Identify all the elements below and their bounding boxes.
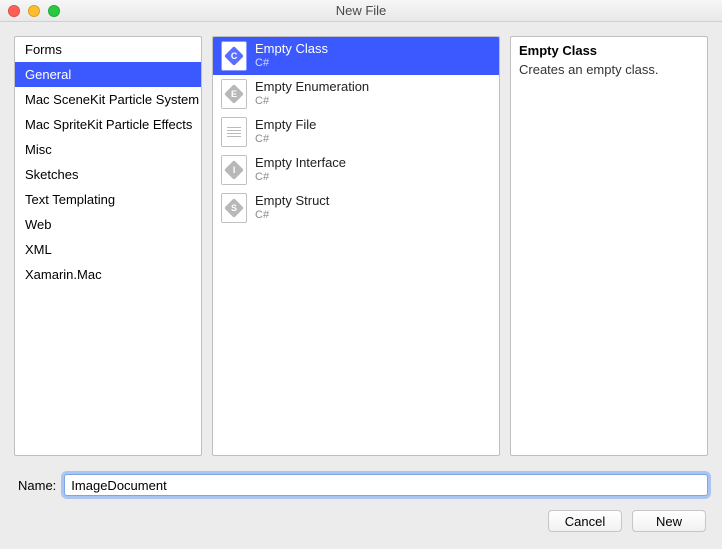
category-item[interactable]: Text Templating — [15, 187, 201, 212]
category-item[interactable]: Sketches — [15, 162, 201, 187]
template-file-icon — [221, 117, 247, 147]
template-text: Empty EnumerationC# — [255, 80, 369, 108]
template-file-icon: E — [221, 79, 247, 109]
panels-row: FormsGeneralMac SceneKit Particle System… — [14, 36, 708, 456]
titlebar: New File — [0, 0, 722, 22]
minimize-window-button[interactable] — [28, 5, 40, 17]
category-panel: FormsGeneralMac SceneKit Particle System… — [14, 36, 202, 456]
details-description: Creates an empty class. — [519, 62, 699, 77]
category-item[interactable]: Mac SceneKit Particle System — [15, 87, 201, 112]
template-item[interactable]: I Empty InterfaceC# — [213, 151, 499, 189]
name-row: Name: — [14, 474, 708, 496]
template-list: CEmpty ClassC#EEmpty EnumerationC#Empty … — [213, 37, 499, 227]
template-file-icon: C — [221, 41, 247, 71]
template-text: Empty FileC# — [255, 118, 316, 146]
category-item[interactable]: XML — [15, 237, 201, 262]
template-item[interactable]: C Empty ClassC# — [213, 37, 499, 75]
category-item[interactable]: General — [15, 62, 201, 87]
template-text: Empty InterfaceC# — [255, 156, 346, 184]
category-item[interactable]: Web — [15, 212, 201, 237]
template-file-icon: S — [221, 193, 247, 223]
template-text: Empty StructC# — [255, 194, 329, 222]
category-item[interactable]: Misc — [15, 137, 201, 162]
template-text: Empty ClassC# — [255, 42, 328, 70]
template-name: Empty Class — [255, 42, 328, 57]
template-language: C# — [255, 209, 329, 222]
template-item[interactable]: Empty FileC# — [213, 113, 499, 151]
template-item[interactable]: S Empty StructC# — [213, 189, 499, 227]
template-file-icon: I — [221, 155, 247, 185]
template-language: C# — [255, 171, 346, 184]
details-panel: Empty Class Creates an empty class. — [510, 36, 708, 456]
template-name: Empty Interface — [255, 156, 346, 171]
details-title: Empty Class — [519, 43, 699, 58]
category-item[interactable]: Xamarin.Mac — [15, 262, 201, 287]
template-language: C# — [255, 95, 369, 108]
name-label: Name: — [14, 478, 56, 493]
category-item[interactable]: Mac SpriteKit Particle Effects — [15, 112, 201, 137]
cancel-button[interactable]: Cancel — [548, 510, 622, 532]
zoom-window-button[interactable] — [48, 5, 60, 17]
category-list: FormsGeneralMac SceneKit Particle System… — [15, 37, 201, 287]
template-name: Empty File — [255, 118, 316, 133]
new-button[interactable]: New — [632, 510, 706, 532]
name-input[interactable] — [64, 474, 708, 496]
template-item[interactable]: E Empty EnumerationC# — [213, 75, 499, 113]
template-name: Empty Enumeration — [255, 80, 369, 95]
window-title: New File — [336, 3, 387, 18]
close-window-button[interactable] — [8, 5, 20, 17]
dialog-content: FormsGeneralMac SceneKit Particle System… — [0, 22, 722, 549]
window-controls — [8, 5, 60, 17]
template-panel: CEmpty ClassC#EEmpty EnumerationC#Empty … — [212, 36, 500, 456]
template-name: Empty Struct — [255, 194, 329, 209]
button-row: Cancel New — [14, 510, 708, 532]
template-language: C# — [255, 133, 316, 146]
category-item[interactable]: Forms — [15, 37, 201, 62]
template-language: C# — [255, 57, 328, 70]
